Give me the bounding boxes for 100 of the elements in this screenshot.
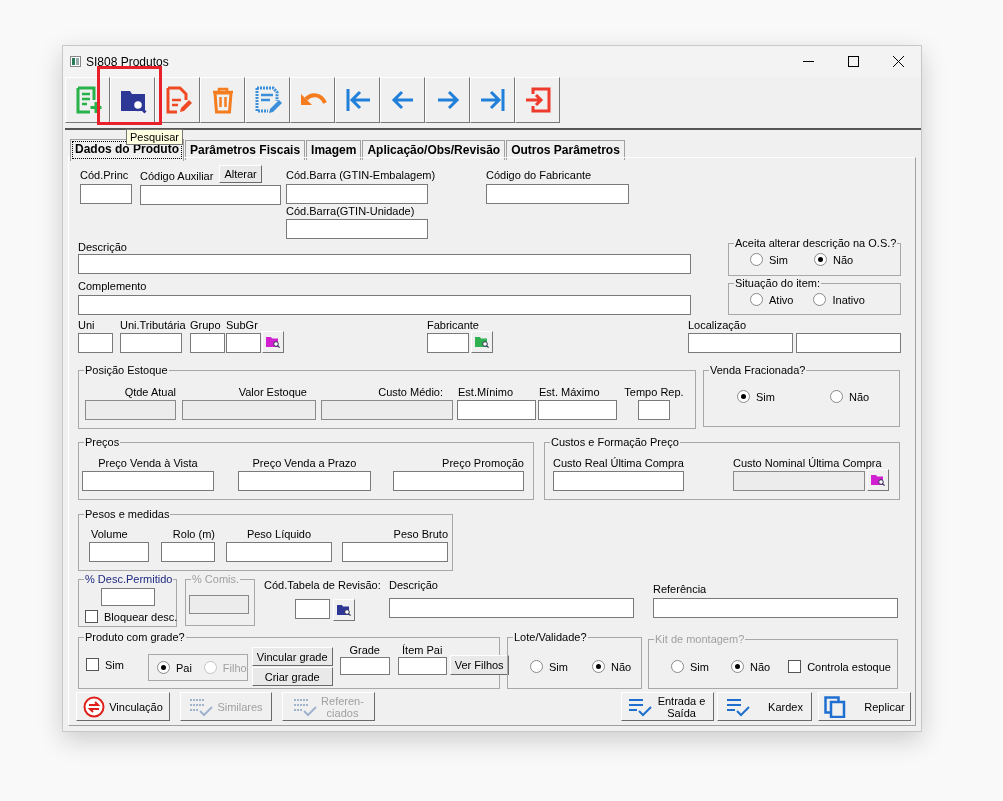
action-button[interactable]: Vinculação (76, 692, 170, 721)
field-label: Referência (653, 583, 708, 596)
toolbar-button[interactable] (425, 77, 470, 123)
close-icon[interactable] (893, 56, 904, 67)
group-title: Custos e Formação Preço (550, 436, 680, 449)
input-field[interactable] (89, 542, 149, 562)
radio-button[interactable]: Não (591, 660, 632, 673)
folder-search-button[interactable] (333, 599, 355, 621)
radio-button[interactable]: Inativo (813, 293, 865, 306)
folder-search-icon (871, 474, 885, 486)
input-field[interactable] (78, 295, 691, 315)
input-field[interactable] (161, 542, 215, 562)
input-field[interactable] (389, 598, 634, 618)
input-field[interactable] (457, 400, 536, 420)
radio-button[interactable]: Sim (737, 390, 775, 403)
input-field[interactable] (538, 400, 617, 420)
toolbar-button[interactable] (65, 77, 110, 123)
field-label: Rolo (m) (171, 528, 215, 541)
input-field[interactable] (82, 471, 214, 491)
folder-search-button[interactable] (867, 469, 889, 491)
radio-button[interactable]: Sim (530, 660, 568, 673)
field-label: Cód.Barra(GTIN-Unidade) (286, 205, 415, 218)
list-check-icon (726, 696, 751, 717)
input-field[interactable] (427, 333, 469, 353)
input-field[interactable] (101, 588, 155, 606)
input-field[interactable] (393, 471, 524, 491)
alterar-button[interactable]: Alterar (219, 165, 262, 183)
radio-button[interactable]: Ativo (750, 293, 794, 306)
input-field[interactable] (397, 657, 447, 675)
field-label: Preço Venda à Vista (97, 457, 199, 470)
group-title: Venda Fracionada? (709, 364, 807, 377)
toolbar-button[interactable] (380, 77, 425, 123)
ver-filhos-button[interactable]: Ver Filhos (449, 655, 509, 675)
toolbar-button[interactable] (515, 77, 560, 123)
tab[interactable]: Imagem (306, 140, 362, 160)
input-field[interactable] (342, 542, 448, 562)
toolbar-button[interactable] (110, 77, 155, 123)
radio-button[interactable]: Não (829, 390, 870, 403)
field-label: Fabricante (427, 319, 479, 332)
tab[interactable]: Parâmetros Fiscais (185, 140, 306, 160)
field-label: Localização (688, 319, 748, 332)
input-field[interactable] (226, 542, 332, 562)
toolbar-button[interactable] (290, 77, 335, 123)
field-label: Preço Venda a Prazo (251, 457, 358, 470)
action-button[interactable]: Entrada e Saída (621, 692, 714, 721)
input-field[interactable] (486, 184, 629, 204)
input-field[interactable] (78, 333, 113, 353)
input-field[interactable] (295, 599, 330, 619)
maximize-icon[interactable] (848, 56, 859, 67)
action-button[interactable]: Replicar (818, 692, 911, 721)
toolbar-button[interactable] (335, 77, 380, 123)
group-title: Posição Estoque (84, 364, 169, 377)
folder-search-icon (337, 604, 351, 616)
input-field[interactable] (238, 471, 371, 491)
swap-icon (83, 695, 106, 718)
input-field[interactable] (80, 184, 132, 204)
field-label: Est. Máximo (538, 386, 601, 399)
toolbar-button[interactable] (155, 77, 200, 123)
input-field[interactable] (226, 333, 261, 353)
input-field[interactable] (78, 254, 691, 274)
radio-button[interactable]: Sim (750, 253, 788, 266)
tab[interactable]: Outros Parâmetros (506, 140, 625, 160)
checkbox[interactable]: Bloquear desc. (85, 610, 178, 623)
folder-search-button[interactable] (262, 331, 284, 353)
input-field[interactable] (120, 333, 182, 353)
radio-button[interactable]: Não (813, 253, 854, 266)
window-icon (70, 56, 81, 67)
field-label: Qtde Atual (123, 386, 176, 399)
field-label: Est.Mínimo (457, 386, 514, 399)
folder-search-button[interactable] (471, 331, 493, 353)
folder-search-icon (475, 336, 489, 348)
tab[interactable]: Aplicação/Obs/Revisão (362, 140, 506, 160)
input-field[interactable] (638, 400, 670, 420)
field-label: Volume (90, 528, 129, 541)
field-label: Custo Real Última Compra (553, 457, 684, 470)
grade-button[interactable]: Criar grade (251, 667, 333, 686)
toolbar-button[interactable] (470, 77, 515, 123)
list-check-icon (293, 696, 318, 717)
input-field[interactable] (339, 657, 390, 675)
input-field[interactable] (688, 333, 793, 353)
grade-button[interactable]: Vincular grade (251, 647, 333, 666)
field-label: Valor Estoque (237, 386, 308, 399)
input-field[interactable] (553, 471, 684, 491)
checkbox[interactable]: Sim (86, 658, 124, 671)
radio-button[interactable]: Pai (156, 661, 192, 674)
field-label: Custo Nominal Última Compra (733, 457, 882, 470)
toolbar-button[interactable] (200, 77, 245, 123)
input-field[interactable] (653, 598, 898, 618)
group-title: Preços (84, 436, 121, 449)
window-title: SI808 Produtos (86, 54, 169, 69)
input-field[interactable] (796, 333, 901, 353)
action-button[interactable]: Kardex (717, 692, 812, 721)
group-title: Pesos e medidas (84, 508, 171, 521)
input-field[interactable] (190, 333, 225, 353)
input-field[interactable] (286, 219, 428, 239)
toolbar-button[interactable] (245, 77, 290, 123)
input-field[interactable] (140, 185, 281, 205)
input-field[interactable] (286, 184, 428, 204)
group-title: Aceita alterar descrição na O.S.? (734, 237, 898, 250)
field-label: Tempo Rep. (624, 386, 684, 399)
